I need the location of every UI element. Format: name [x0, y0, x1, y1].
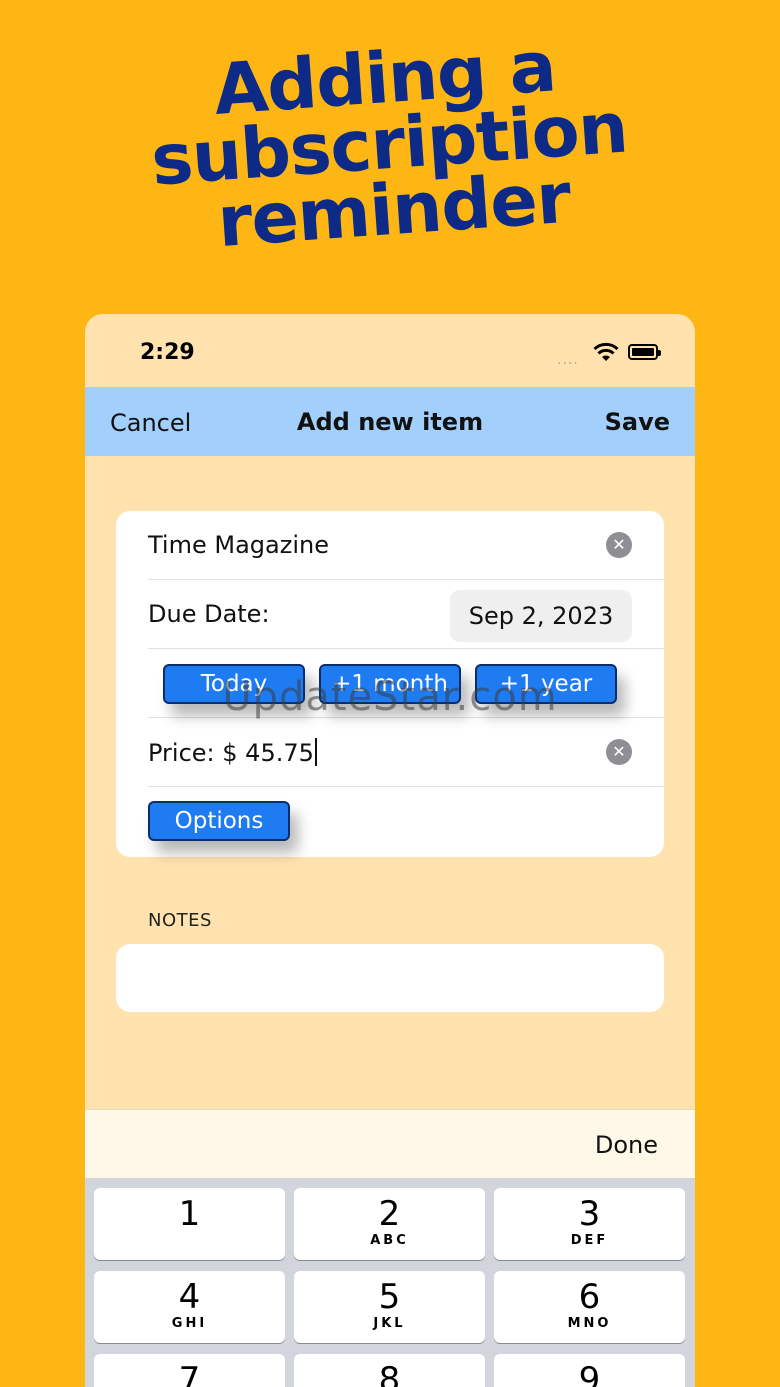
- status-bar: 2:29 ....: [85, 314, 695, 387]
- navigation-bar: Cancel Add new item Save: [85, 387, 695, 456]
- due-date-picker[interactable]: Sep 2, 2023: [450, 590, 632, 642]
- keyboard-toolbar: Done: [85, 1109, 695, 1178]
- save-button[interactable]: Save: [605, 408, 670, 436]
- key-6[interactable]: 6 MNO: [494, 1271, 685, 1343]
- name-row: Time Magazine ✕: [148, 511, 664, 580]
- quick-date-row: Today +1 month +1 year: [148, 649, 664, 718]
- key-9[interactable]: 9: [494, 1354, 685, 1387]
- price-value: 45.75: [245, 739, 314, 767]
- headline: Adding a subscription reminder: [0, 18, 780, 270]
- clear-name-icon[interactable]: ✕: [606, 532, 632, 558]
- status-time: 2:29: [140, 340, 195, 365]
- page-title: Add new item: [296, 408, 484, 436]
- signal-icon: ....: [557, 352, 579, 368]
- options-row: Options: [148, 787, 664, 856]
- key-3[interactable]: 3 DEF: [494, 1188, 685, 1260]
- key-5[interactable]: 5 JKL: [294, 1271, 485, 1343]
- plus-one-month-button[interactable]: +1 month: [319, 664, 461, 704]
- battery-icon: [628, 344, 661, 360]
- item-form-card: Time Magazine ✕ Due Date: Sep 2, 2023 To…: [116, 511, 664, 857]
- key-1[interactable]: 1: [94, 1188, 285, 1260]
- number-keypad: 1 2 ABC 3 DEF 4 GHI 5 JKL 6 MNO 7 8 9: [85, 1178, 695, 1387]
- clear-price-icon[interactable]: ✕: [606, 739, 632, 765]
- notes-label: NOTES: [148, 910, 212, 931]
- price-label: Price: $: [148, 739, 238, 767]
- price-field[interactable]: Price: $ 45.75: [148, 738, 317, 767]
- price-row: Price: $ 45.75 ✕: [148, 718, 664, 787]
- key-8[interactable]: 8: [294, 1354, 485, 1387]
- today-button[interactable]: Today: [163, 664, 305, 704]
- due-date-row: Due Date: Sep 2, 2023: [148, 580, 664, 649]
- due-date-label: Due Date:: [148, 600, 270, 628]
- key-2[interactable]: 2 ABC: [294, 1188, 485, 1260]
- done-button[interactable]: Done: [595, 1131, 658, 1159]
- name-field[interactable]: Time Magazine: [148, 531, 329, 559]
- plus-one-year-button[interactable]: +1 year: [475, 664, 617, 704]
- wifi-icon: [593, 342, 619, 361]
- notes-input[interactable]: [116, 944, 664, 1012]
- key-7[interactable]: 7: [94, 1354, 285, 1387]
- text-cursor: [314, 738, 317, 766]
- phone-screen: 2:29 .... Cancel Add new item Save Time …: [85, 314, 695, 1387]
- options-button[interactable]: Options: [148, 801, 290, 841]
- key-4[interactable]: 4 GHI: [94, 1271, 285, 1343]
